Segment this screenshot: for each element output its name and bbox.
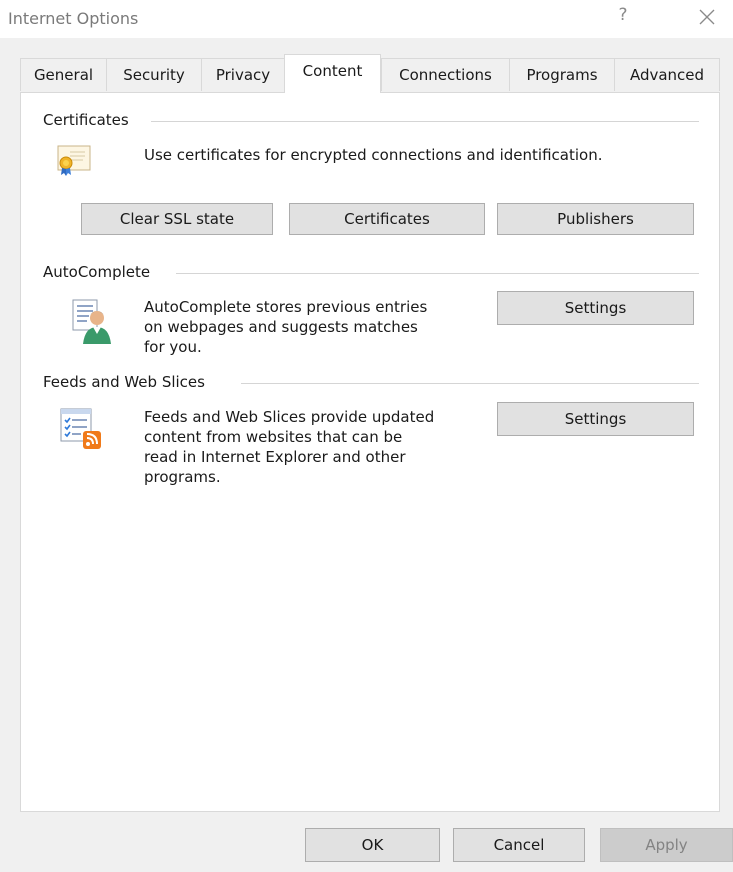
cancel-button[interactable]: Cancel bbox=[453, 828, 585, 862]
feeds-description-line: programs. bbox=[144, 468, 221, 486]
autocomplete-description-line: AutoComplete stores previous entries bbox=[144, 298, 428, 316]
certificates-button[interactable]: Certificates bbox=[289, 203, 485, 235]
feeds-description: Feeds and Web Slices provide updated con… bbox=[144, 407, 434, 487]
certificate-icon bbox=[53, 140, 95, 186]
feeds-description-line: Feeds and Web Slices provide updated bbox=[144, 408, 435, 426]
feeds-group-divider bbox=[241, 383, 699, 384]
certificates-description: Use certificates for encrypted connectio… bbox=[144, 146, 603, 164]
content-tab-panel: Certificates Use certificates for encryp… bbox=[20, 92, 720, 812]
tab-strip: General Security Privacy Content Connect… bbox=[20, 54, 720, 93]
autocomplete-settings-button[interactable]: Settings bbox=[497, 291, 694, 325]
close-button[interactable] bbox=[692, 4, 722, 32]
certificates-group-label: Certificates bbox=[43, 111, 139, 129]
publishers-button[interactable]: Publishers bbox=[497, 203, 694, 235]
clear-ssl-state-button[interactable]: Clear SSL state bbox=[81, 203, 273, 235]
title-bar: Internet Options ? bbox=[0, 0, 733, 38]
tab-privacy[interactable]: Privacy bbox=[201, 58, 285, 91]
help-button[interactable]: ? bbox=[612, 5, 634, 25]
close-icon bbox=[699, 9, 715, 25]
feeds-description-line: read in Internet Explorer and other bbox=[144, 448, 406, 466]
feeds-description-line: content from websites that can be bbox=[144, 428, 403, 446]
tab-general[interactable]: General bbox=[20, 58, 107, 91]
tab-security[interactable]: Security bbox=[106, 58, 202, 91]
tab-connections[interactable]: Connections bbox=[381, 58, 510, 91]
feeds-icon bbox=[59, 406, 105, 456]
autocomplete-group-label: AutoComplete bbox=[43, 263, 161, 281]
autocomplete-description-line: for you. bbox=[144, 338, 202, 356]
tab-programs[interactable]: Programs bbox=[509, 58, 615, 91]
autocomplete-description-line: on webpages and suggests matches bbox=[144, 318, 418, 336]
apply-button[interactable]: Apply bbox=[600, 828, 733, 862]
ok-button[interactable]: OK bbox=[305, 828, 440, 862]
autocomplete-icon bbox=[71, 298, 115, 350]
tab-advanced[interactable]: Advanced bbox=[614, 58, 720, 91]
tab-content[interactable]: Content bbox=[284, 54, 381, 93]
window-title: Internet Options bbox=[8, 9, 139, 28]
feeds-group-label: Feeds and Web Slices bbox=[43, 373, 215, 391]
feeds-settings-button[interactable]: Settings bbox=[497, 402, 694, 436]
certificates-group-divider bbox=[151, 121, 699, 122]
autocomplete-group-divider bbox=[176, 273, 699, 274]
autocomplete-description: AutoComplete stores previous entries on … bbox=[144, 297, 427, 357]
